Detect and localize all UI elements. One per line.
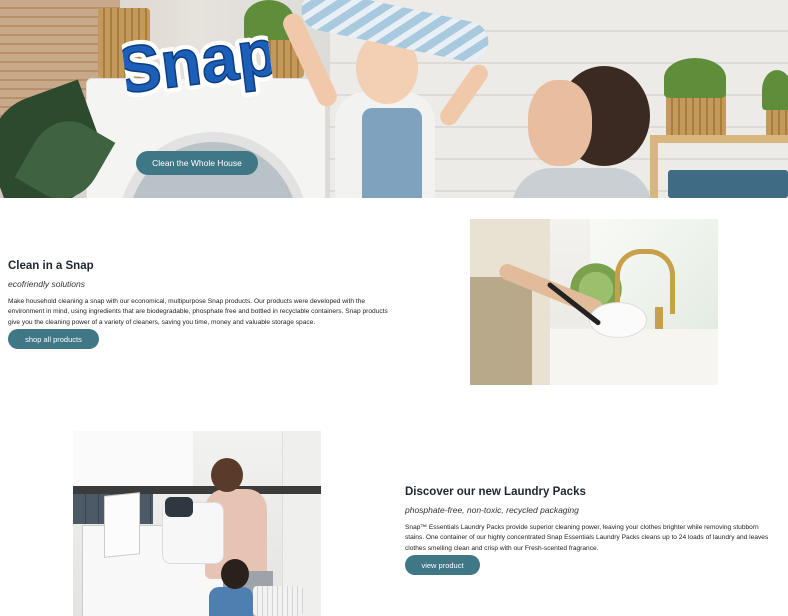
view-product-button[interactable]: view product (405, 555, 480, 575)
laundry-photo (73, 431, 321, 616)
section-laundry-body: Snap™ Essentials Laundry Packs provide s… (405, 524, 769, 552)
laundry-dark-garment (165, 497, 193, 517)
laundry-cabinet (73, 431, 193, 486)
laundry-washer-lid (105, 493, 139, 557)
hero-shelf (650, 135, 788, 143)
snap-logo: Snap Snap (119, 9, 275, 112)
dishwashing-photo (470, 219, 718, 385)
section-laundry-title: Discover our new Laundry Packs (405, 486, 586, 498)
hero-shelf-leg (650, 135, 658, 198)
section-clean-body: Make household cleaning a snap with our … (8, 298, 388, 326)
clean-whole-house-button[interactable]: Clean the Whole House (136, 151, 258, 175)
laundry-woman-head (211, 458, 243, 492)
snap-logo-text: Snap (119, 14, 275, 107)
laundry-counter (73, 486, 321, 494)
section-clean-subtitle: ecofriendly solutions (8, 279, 86, 289)
laundry-child (209, 587, 253, 616)
hero-woman-face (528, 80, 592, 166)
hero-child-overalls (362, 108, 422, 198)
dish-person-pants (470, 277, 532, 385)
shop-all-products-button[interactable]: shop all products (8, 329, 99, 349)
hero-banner: Snap Snap Clean the Whole House (0, 0, 788, 198)
section-clean-title: Clean in a Snap (8, 260, 94, 272)
hero-towel (668, 170, 788, 198)
hero-plant (664, 58, 726, 98)
hero-plant (762, 70, 788, 110)
laundry-child-head (221, 559, 249, 589)
hero-woman (512, 168, 652, 198)
laundry-basket (253, 586, 303, 616)
section-laundry-subtitle: phosphate-free, non-toxic, recycled pack… (405, 505, 579, 515)
